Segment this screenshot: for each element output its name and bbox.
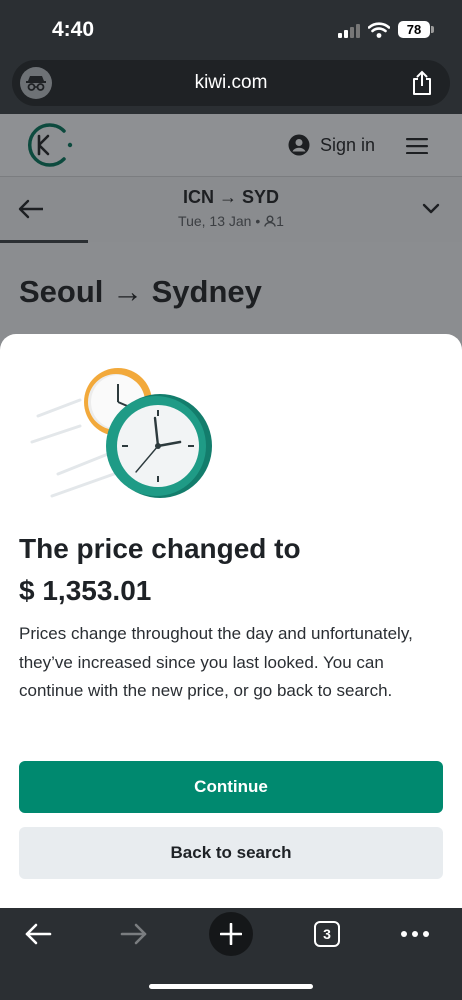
- status-time: 4:40: [52, 18, 95, 41]
- new-price: $ 1,353.01: [19, 575, 152, 606]
- route-tab-underline: [0, 240, 88, 243]
- sign-in-link[interactable]: Sign in: [288, 134, 375, 156]
- share-icon[interactable]: [410, 70, 434, 96]
- browser-forward-icon[interactable]: [120, 922, 148, 946]
- hamburger-menu-icon[interactable]: [406, 138, 428, 154]
- cellular-signal-icon: [338, 24, 360, 38]
- modal-title-line1: The price changed to: [19, 533, 301, 564]
- site-header: Sign in: [0, 114, 462, 176]
- home-indicator: [149, 984, 313, 989]
- browser-back-icon[interactable]: [24, 922, 52, 946]
- route-subtitle: Tue, 13 Jan • 1: [0, 213, 462, 229]
- battery-icon: 78: [398, 21, 430, 38]
- continue-button[interactable]: Continue: [19, 761, 443, 813]
- browser-toolbar: 3: [0, 908, 462, 1000]
- clocks-illustration-icon: [30, 368, 212, 498]
- user-icon: [288, 134, 310, 156]
- battery-level: 78: [406, 22, 422, 37]
- passenger-icon: [264, 215, 276, 227]
- tab-count: 3: [323, 926, 331, 942]
- route-date: Tue, 13 Jan •: [178, 213, 265, 229]
- route-bar: ICN → SYD Tue, 13 Jan • 1: [0, 176, 462, 243]
- tab-switcher-button[interactable]: 3: [314, 921, 340, 947]
- battery-nub: [431, 26, 434, 33]
- modal-body-text: Prices change throughout the day and unf…: [19, 624, 413, 700]
- back-to-search-button[interactable]: Back to search: [19, 827, 443, 879]
- url-text[interactable]: kiwi.com: [12, 72, 450, 94]
- modal-title: The price changed to $ 1,353.01: [19, 528, 449, 612]
- price-change-modal: The price changed to $ 1,353.01 Prices c…: [0, 334, 462, 908]
- new-tab-button[interactable]: [209, 912, 253, 956]
- plus-icon: [220, 923, 242, 945]
- page-background: Sign in ICN → SYD Tue, 13 Jan • 1 Seoul …: [0, 114, 462, 354]
- status-bar: 4:40 78: [0, 0, 462, 58]
- chevron-down-icon[interactable]: [422, 203, 440, 215]
- page-title: Seoul → Sydney: [19, 274, 262, 309]
- more-options-icon[interactable]: [400, 930, 430, 938]
- wifi-icon: [368, 22, 390, 38]
- address-bar[interactable]: kiwi.com: [12, 60, 450, 106]
- sign-in-label: Sign in: [320, 134, 376, 155]
- passenger-count: 1: [276, 213, 284, 229]
- route-title[interactable]: ICN → SYD: [0, 187, 462, 208]
- kiwi-logo-icon[interactable]: [17, 122, 75, 168]
